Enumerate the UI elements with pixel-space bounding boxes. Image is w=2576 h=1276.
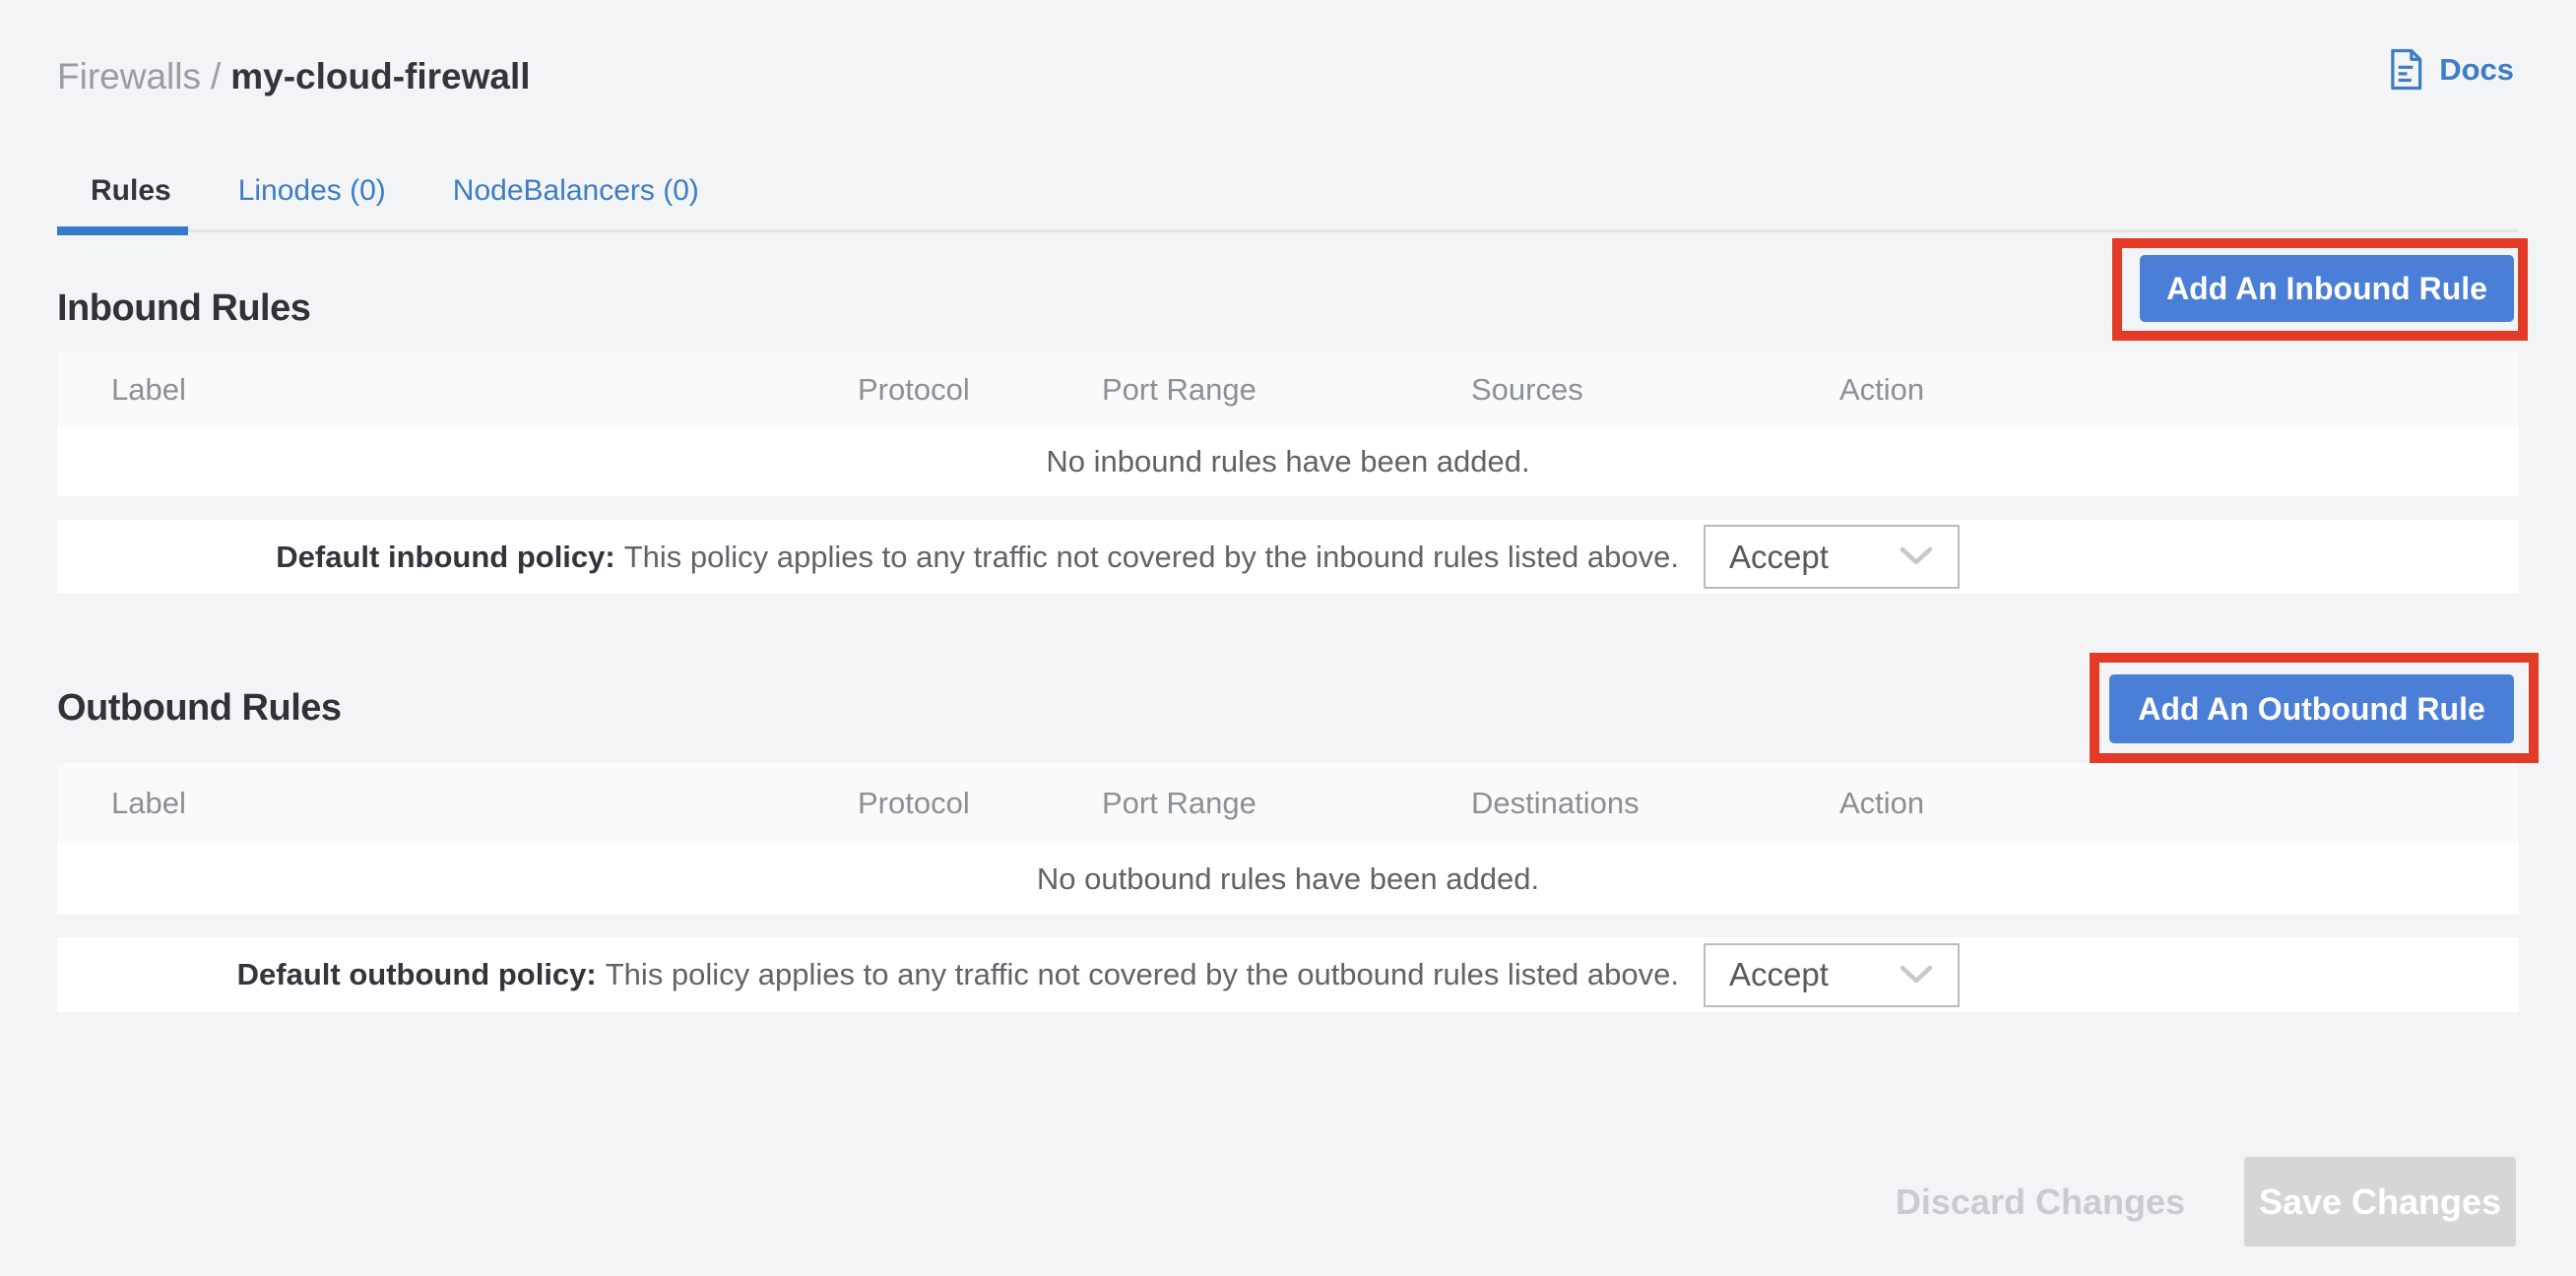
default-inbound-policy-select[interactable]: Accept — [1704, 525, 1960, 589]
default-outbound-policy-select[interactable]: Accept — [1704, 943, 1960, 1007]
tab-nodebalancers[interactable]: NodeBalancers (0) — [419, 156, 733, 226]
chevron-down-icon — [1899, 965, 1934, 986]
inbound-policy-description: Default inbound policy: This policy appli… — [276, 540, 1679, 575]
tab-rules[interactable]: Rules — [57, 156, 205, 226]
chevron-down-icon — [1899, 546, 1934, 567]
outbound-header-port-range: Port Range — [1102, 763, 1256, 844]
inbound-empty-state-row: No inbound rules have been added. — [57, 427, 2519, 496]
inbound-table-header: Label Protocol Port Range Sources Action — [57, 352, 2519, 427]
outbound-policy-text: This policy applies to any traffic not c… — [606, 957, 1679, 991]
outbound-header-action: Action — [1839, 763, 1924, 844]
inbound-policy-selected-value: Accept — [1729, 539, 1829, 576]
discard-changes-button[interactable]: Discard Changes — [1886, 1181, 2195, 1223]
outbound-policy-label: Default outbound policy: — [237, 957, 597, 991]
inbound-rules-heading: Inbound Rules — [57, 287, 310, 330]
inbound-header-action: Action — [1839, 352, 1924, 427]
active-tab-indicator — [57, 226, 188, 235]
breadcrumb: Firewalls/my-cloud-firewall — [57, 53, 531, 100]
inbound-policy-row: Default inbound policy: This policy appli… — [57, 520, 2519, 594]
inbound-header-protocol: Protocol — [858, 352, 970, 427]
tab-linodes[interactable]: Linodes (0) — [205, 156, 419, 226]
inbound-policy-text: This policy applies to any traffic not c… — [624, 540, 1679, 574]
footer-actions: Discard Changes Save Changes — [1886, 1157, 2516, 1246]
outbound-rules-heading: Outbound Rules — [57, 687, 342, 730]
inbound-policy-label: Default inbound policy: — [276, 540, 614, 574]
outbound-policy-selected-value: Accept — [1729, 956, 1829, 993]
outbound-empty-text: No outbound rules have been added. — [1037, 861, 1539, 897]
outbound-policy-row: Default outbound policy: This policy appl… — [57, 937, 2519, 1012]
breadcrumb-separator: / — [211, 56, 221, 96]
breadcrumb-current-firewall: my-cloud-firewall — [230, 56, 530, 96]
docs-link[interactable]: Docs — [2387, 47, 2514, 92]
breadcrumb-firewalls-link[interactable]: Firewalls — [57, 56, 201, 96]
docs-label: Docs — [2439, 52, 2514, 88]
document-icon — [2387, 47, 2424, 92]
save-changes-button[interactable]: Save Changes — [2244, 1157, 2516, 1246]
outbound-empty-state-row: No outbound rules have been added. — [57, 844, 2519, 915]
outbound-header-destinations: Destinations — [1471, 763, 1640, 844]
tab-bar: Rules Linodes (0) NodeBalancers (0) — [57, 156, 733, 226]
add-inbound-rule-button[interactable]: Add An Inbound Rule — [2140, 255, 2514, 322]
tab-divider-line — [57, 229, 2519, 232]
outbound-policy-description: Default outbound policy: This policy appl… — [237, 957, 1679, 992]
inbound-header-port-range: Port Range — [1102, 352, 1256, 427]
outbound-header-label: Label — [111, 763, 186, 844]
inbound-header-sources: Sources — [1471, 352, 1583, 427]
inbound-header-label: Label — [111, 352, 186, 427]
firewall-detail-page: { "colors": { "page_background": "#f3f4f… — [0, 0, 2576, 1276]
inbound-empty-text: No inbound rules have been added. — [1046, 444, 1529, 479]
outbound-header-protocol: Protocol — [858, 763, 970, 844]
add-outbound-rule-button[interactable]: Add An Outbound Rule — [2109, 674, 2514, 743]
outbound-table-header: Label Protocol Port Range Destinations A… — [57, 763, 2519, 844]
